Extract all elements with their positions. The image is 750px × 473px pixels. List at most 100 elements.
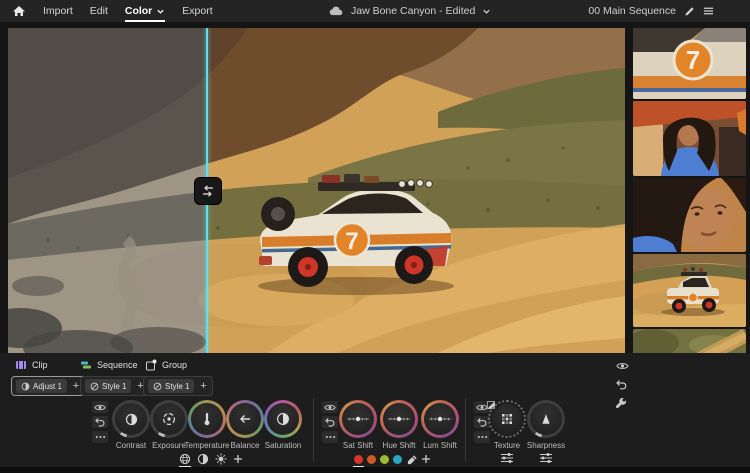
color-panel: Clip Sequence Group Adjust 1 + Style 1 + bbox=[0, 353, 750, 468]
group-icon bbox=[145, 359, 157, 371]
saturation-wheel[interactable] bbox=[264, 400, 302, 438]
eye-icon bbox=[324, 403, 336, 412]
adjust-layer-chip[interactable]: Adjust 1 bbox=[16, 379, 67, 393]
add-swatch-icon[interactable] bbox=[421, 453, 431, 464]
sharpness-settings-icon[interactable] bbox=[539, 452, 553, 464]
menu-export[interactable]: Export bbox=[182, 0, 212, 22]
panel-settings-wrench-icon[interactable] bbox=[615, 397, 627, 409]
tab-clip[interactable]: Clip bbox=[15, 359, 48, 371]
cloud-icon bbox=[329, 6, 344, 17]
aperture-icon bbox=[162, 412, 176, 426]
menu-import[interactable]: Import bbox=[43, 0, 73, 22]
contrast-icon bbox=[125, 413, 138, 426]
add-mode-icon[interactable] bbox=[233, 453, 243, 464]
project-title: Jaw Bone Canyon - Edited bbox=[351, 5, 476, 17]
wheel-label: Saturation bbox=[264, 441, 302, 450]
basic-visibility-toggle[interactable] bbox=[92, 401, 108, 413]
project-title-dropdown[interactable]: Jaw Bone Canyon - Edited bbox=[329, 0, 491, 22]
clip-icon bbox=[15, 359, 27, 371]
program-monitor bbox=[8, 28, 625, 353]
hue-shift-wheel[interactable] bbox=[380, 400, 418, 438]
shift-slider-icon bbox=[387, 414, 411, 424]
clip-thumbnail-face[interactable] bbox=[633, 178, 746, 252]
window-bottom-edge bbox=[0, 467, 750, 473]
menu-import-label: Import bbox=[43, 5, 73, 17]
balance-wheel[interactable] bbox=[226, 400, 264, 438]
group-preset-group: Style 1 + bbox=[143, 376, 214, 396]
tab-sequence[interactable]: Sequence bbox=[80, 359, 138, 371]
sat-shift-wheel[interactable] bbox=[339, 400, 377, 438]
contrast-mode-icon[interactable] bbox=[197, 453, 209, 465]
clip-thumbnail-car-door[interactable]: 7 bbox=[633, 28, 746, 99]
chevron-down-icon bbox=[482, 7, 491, 16]
adjust-icon bbox=[21, 382, 30, 391]
texture-wheel[interactable] bbox=[488, 400, 526, 438]
home-icon[interactable] bbox=[12, 4, 26, 18]
arrow-left-icon bbox=[238, 412, 252, 426]
menu-color-label: Color bbox=[124, 5, 153, 17]
undo-icon bbox=[95, 417, 106, 427]
swatch-red[interactable] bbox=[354, 455, 363, 464]
adjust-layer-label: Adjust 1 bbox=[33, 381, 62, 391]
thumb-car-number: 7 bbox=[686, 45, 700, 75]
temperature-wheel[interactable] bbox=[188, 400, 226, 438]
texture-icon bbox=[500, 412, 514, 426]
wheel-label: Sharpness bbox=[526, 441, 566, 450]
light-mode-icon[interactable] bbox=[215, 453, 227, 465]
sequence-style-chip[interactable]: Style 1 bbox=[85, 379, 132, 393]
style-icon bbox=[153, 382, 162, 391]
hsl-reset-button[interactable] bbox=[322, 416, 338, 428]
tab-group-label: Group bbox=[162, 360, 188, 370]
tab-group[interactable]: Group bbox=[145, 359, 187, 371]
sharpness-icon bbox=[539, 412, 553, 426]
basic-reset-button[interactable] bbox=[92, 416, 108, 428]
sequence-name: 00 Main Sequence bbox=[588, 5, 676, 17]
menu-edit[interactable]: Edit bbox=[90, 0, 108, 22]
tab-clip-label: Clip bbox=[32, 360, 48, 370]
menu-export-label: Export bbox=[182, 5, 213, 17]
app-window: Import Edit Color Export Jaw Bone Canyon… bbox=[0, 0, 750, 473]
ellipsis-icon bbox=[95, 435, 106, 439]
before-grade-view bbox=[8, 28, 207, 353]
contrast-wheel[interactable] bbox=[112, 400, 150, 438]
lum-shift-wheel[interactable] bbox=[421, 400, 459, 438]
chevron-down-icon bbox=[156, 7, 165, 16]
thermometer-icon bbox=[200, 412, 214, 426]
sequence-preset-group: Style 1 + bbox=[80, 376, 151, 396]
saturation-icon bbox=[276, 412, 290, 426]
texture-settings-icon[interactable] bbox=[500, 452, 514, 464]
sequence-style-label: Style 1 bbox=[102, 381, 127, 391]
shift-slider-icon bbox=[346, 414, 370, 424]
wheel-label: Lum Shift bbox=[423, 441, 457, 450]
split-divider-handle[interactable] bbox=[194, 177, 222, 205]
eye-icon bbox=[94, 403, 106, 412]
exposure-wheel[interactable] bbox=[150, 400, 188, 438]
hsl-visibility-toggle[interactable] bbox=[322, 401, 338, 413]
sequence-menu-icon[interactable] bbox=[703, 6, 714, 16]
clip-thumbnail-driver[interactable] bbox=[633, 101, 746, 176]
add-group-style-button[interactable]: + bbox=[198, 381, 208, 392]
panel-visibility-toggle[interactable] bbox=[616, 361, 629, 371]
clip-thumbnail-car-side[interactable] bbox=[633, 254, 746, 327]
undo-icon bbox=[477, 417, 488, 427]
shift-slider-icon bbox=[428, 414, 452, 424]
wheels-mode-icon[interactable] bbox=[179, 453, 191, 465]
panel-reset-button[interactable] bbox=[616, 379, 628, 390]
after-grade-view bbox=[207, 28, 625, 353]
edit-pencil-icon[interactable] bbox=[684, 6, 695, 17]
swatch-cyan[interactable] bbox=[393, 455, 402, 464]
swatch-green[interactable] bbox=[380, 455, 389, 464]
style-icon bbox=[90, 382, 99, 391]
undo-icon bbox=[325, 417, 336, 427]
group-style-chip[interactable]: Style 1 bbox=[148, 379, 195, 393]
sequence-icon bbox=[80, 359, 92, 371]
group-style-label: Style 1 bbox=[165, 381, 190, 391]
swatch-orange[interactable] bbox=[367, 455, 376, 464]
menu-edit-label: Edit bbox=[89, 5, 108, 17]
clip-preset-group: Adjust 1 + bbox=[11, 376, 86, 396]
sharpness-wheel[interactable] bbox=[527, 400, 565, 438]
menu-color[interactable]: Color bbox=[125, 0, 165, 22]
split-arrows-icon bbox=[200, 184, 216, 198]
tab-sequence-label: Sequence bbox=[97, 360, 138, 370]
eyedropper-icon[interactable] bbox=[407, 454, 418, 465]
